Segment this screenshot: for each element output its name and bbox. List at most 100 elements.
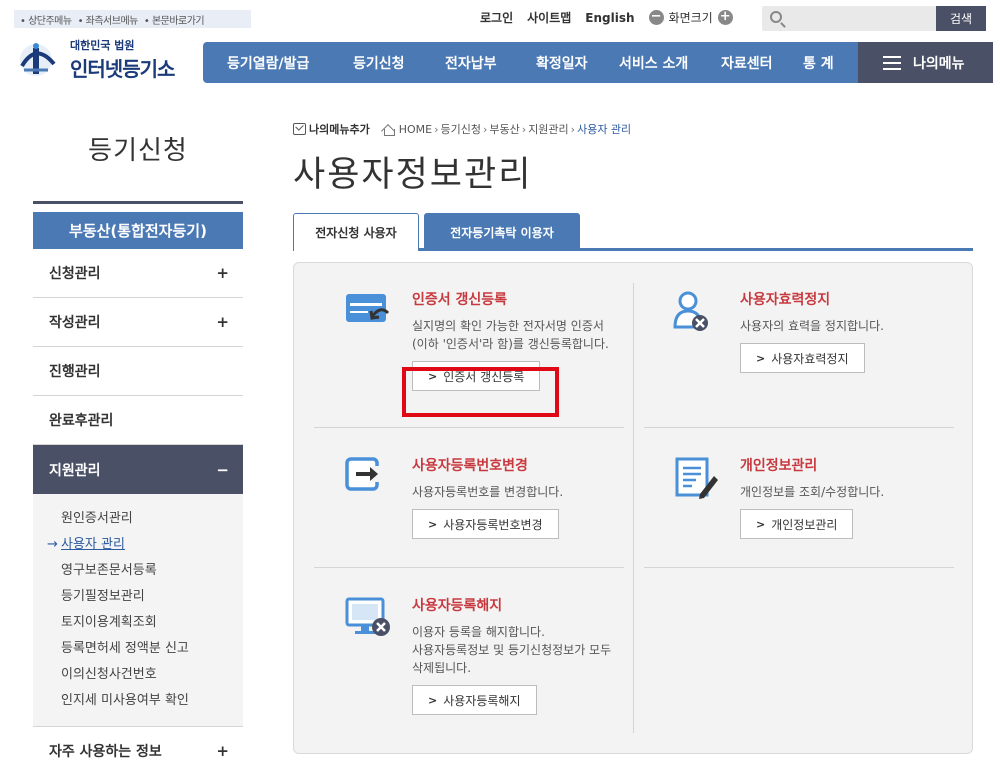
breadcrumb-support[interactable]: 지원관리 xyxy=(528,121,568,137)
skip-link-top-menu[interactable]: • 상단주메뉴 xyxy=(20,12,72,27)
submenu-item-cause-cert[interactable]: 원인증서관리 xyxy=(61,506,243,532)
search-box xyxy=(762,6,936,31)
card-title: 사용자효력정지 xyxy=(740,292,831,308)
sidebar-title: 등기신청 xyxy=(88,136,188,166)
skip-link-side-menu[interactable]: • 좌측서브메뉴 xyxy=(78,12,139,27)
sidebar-item-apply-manage[interactable]: 신청관리 + xyxy=(33,249,243,298)
user-suspend-icon xyxy=(672,291,712,337)
breadcrumb-current: 사용자 관리 xyxy=(577,123,632,136)
skip-links: • 상단주메뉴 • 좌측서브메뉴 • 본문바로가기 xyxy=(14,10,251,28)
regno-change-button[interactable]: > 사용자등록번호변경 xyxy=(412,509,559,539)
my-menu-button[interactable]: 나의메뉴 xyxy=(858,42,993,83)
current-arrow-icon: → xyxy=(47,537,58,552)
card-description: 사용자등록번호를 변경합니다. xyxy=(412,485,564,499)
zoom-label: 화면크기 xyxy=(668,11,713,25)
checkbox-icon xyxy=(293,123,306,135)
submenu-item-stamp-tax[interactable]: 인지세 미사용여부 확인 xyxy=(61,688,243,714)
arrow-right-icon: > xyxy=(428,693,438,707)
card-regno-change: 사용자등록번호변경 사용자등록번호를 변경합니다. > 사용자등록번호변경 xyxy=(412,455,622,539)
sidebar-item-label: 작성관리 xyxy=(49,315,101,331)
breadcrumb-realestate[interactable]: 부동산 xyxy=(489,121,519,137)
card-description: 개인정보를 조회/수정합니다. xyxy=(740,485,885,499)
search-input[interactable] xyxy=(762,6,936,31)
login-link[interactable]: 로그인 xyxy=(480,9,513,26)
sidebar-item-label: 지원관리 xyxy=(49,462,101,479)
card-description: 이용자 등록을 해지합니다. 사용자등록정보 및 등기신청정보가 모두 삭제됩니… xyxy=(412,625,612,675)
tab-e-apply-user[interactable]: 전자신청 사용자 xyxy=(293,213,419,251)
highlight-box xyxy=(402,367,559,417)
search-icon xyxy=(770,11,782,23)
hamburger-icon xyxy=(883,55,901,70)
breadcrumb: 나의메뉴추가 HOME › 등기신청 › 부동산 › 지원관리 › 사용자 관리 xyxy=(293,121,631,137)
sidebar-item-label: 진행관리 xyxy=(49,364,101,380)
english-link[interactable]: English xyxy=(585,11,634,25)
divider xyxy=(644,427,954,428)
sidebar-item-after-complete[interactable]: 완료후관리 xyxy=(33,396,243,445)
tab-bar: 전자신청 사용자 전자등기촉탁 이용자 xyxy=(293,213,973,251)
submenu-item-objection[interactable]: 이의신청사건번호 xyxy=(61,662,243,688)
breadcrumb-apply[interactable]: 등기신청 xyxy=(441,121,481,137)
user-cancel-button[interactable]: > 사용자등록해지 xyxy=(412,685,537,715)
nav-item-apply[interactable]: 등기신청 xyxy=(353,53,405,73)
expand-icon: + xyxy=(216,264,229,282)
card-user-suspend: 사용자효력정지 사용자의 효력을 정지합니다. > 사용자효력정지 xyxy=(740,289,950,373)
skip-link-content[interactable]: • 본문바로가기 xyxy=(144,12,205,27)
divider xyxy=(644,567,954,568)
zoom-out-button[interactable]: − xyxy=(648,10,664,25)
submenu-item-land-plan[interactable]: 토지이용계획조회 xyxy=(61,610,243,636)
sidebar-item-support-manage[interactable]: 지원관리 − xyxy=(33,445,243,494)
sidebar-head[interactable]: 부동산(통합전자등기) xyxy=(33,212,243,249)
arrow-right-icon: > xyxy=(428,517,438,531)
my-menu-label: 나의메뉴 xyxy=(913,55,965,72)
sidebar-menu: 신청관리 + 작성관리 + 진행관리 완료후관리 지원관리 − 원인증서관리 →… xyxy=(33,249,243,768)
nav-item-view-issue[interactable]: 등기열람/발급 xyxy=(227,53,309,73)
sidebar-item-frequent-info[interactable]: 자주 사용하는 정보 + xyxy=(33,726,243,768)
nav-item-service[interactable]: 서비스 소개 xyxy=(619,53,688,73)
sidebar-item-write-manage[interactable]: 작성관리 + xyxy=(33,298,243,347)
sidebar-item-label: 신청관리 xyxy=(49,266,101,282)
card-privacy: 개인정보관리 개인정보를 조회/수정합니다. > 개인정보관리 xyxy=(740,455,950,539)
user-suspend-button[interactable]: > 사용자효력정지 xyxy=(740,343,865,373)
privacy-manage-button[interactable]: > 개인정보관리 xyxy=(740,509,854,539)
zoom-in-button[interactable]: + xyxy=(717,10,733,25)
document-edit-icon xyxy=(674,456,720,504)
nav-item-stats[interactable]: 통 계 xyxy=(803,53,834,73)
site-logo[interactable]: 대한민국 법원 인터넷등기소 xyxy=(14,36,175,82)
utility-bar: 로그인 사이트맵 English − 화면크기 + xyxy=(480,9,733,26)
card-description: 사용자의 효력을 정지합니다. xyxy=(740,319,884,333)
card-title: 사용자등록번호변경 xyxy=(412,458,528,474)
card-title: 개인정보관리 xyxy=(740,458,818,474)
logo-title: 인터넷등기소 xyxy=(70,56,175,81)
nav-item-payment[interactable]: 전자납부 xyxy=(445,53,497,73)
submenu-item-license-tax[interactable]: 등록면허세 정액분 신고 xyxy=(61,636,243,662)
divider xyxy=(314,427,624,428)
page-title: 사용자정보관리 xyxy=(293,155,533,195)
card-description: 실지명의 확인 가능한 전자서명 인증서(이하 '인증서'라 함)를 갱신등록합… xyxy=(412,319,609,351)
arrow-right-icon: > xyxy=(756,351,766,365)
arrow-right-icon: > xyxy=(756,517,766,531)
login-arrow-icon xyxy=(344,456,384,496)
expand-icon: + xyxy=(216,313,229,331)
sitemap-link[interactable]: 사이트맵 xyxy=(527,9,571,26)
court-emblem-icon xyxy=(14,36,70,82)
add-my-menu-button[interactable]: 나의메뉴추가 xyxy=(293,121,370,137)
tab-e-commission-user[interactable]: 전자등기촉탁 이용자 xyxy=(424,213,580,251)
sidebar-item-label: 완료후관리 xyxy=(49,413,114,429)
card-title: 사용자등록해지 xyxy=(412,598,503,614)
nav-item-fixed-date[interactable]: 확정일자 xyxy=(536,53,588,73)
sidebar-item-label: 자주 사용하는 정보 xyxy=(49,743,162,760)
zoom-control: − 화면크기 + xyxy=(648,9,733,26)
nav-item-resources[interactable]: 자료센터 xyxy=(721,53,773,73)
certificate-card-icon xyxy=(344,291,392,331)
divider xyxy=(33,201,243,204)
sidebar-item-progress-manage[interactable]: 진행관리 xyxy=(33,347,243,396)
main-nav: 등기열람/발급 등기신청 전자납부 확정일자 서비스 소개 자료센터 통 계 xyxy=(203,42,858,83)
submenu-item-permanent-doc[interactable]: 영구보존문서등록 xyxy=(61,558,243,584)
submenu-item-user-manage[interactable]: → 사용자 관리 xyxy=(47,532,243,558)
submenu-item-reg-info[interactable]: 등기필정보관리 xyxy=(61,584,243,610)
breadcrumb-home[interactable]: HOME xyxy=(399,123,432,136)
search-button[interactable]: 검색 xyxy=(936,6,986,31)
content-panel: 인증서 갱신등록 실지명의 확인 가능한 전자서명 인증서(이하 '인증서'라 … xyxy=(293,262,973,754)
home-icon xyxy=(382,124,395,136)
card-title: 인증서 갱신등록 xyxy=(412,292,508,308)
